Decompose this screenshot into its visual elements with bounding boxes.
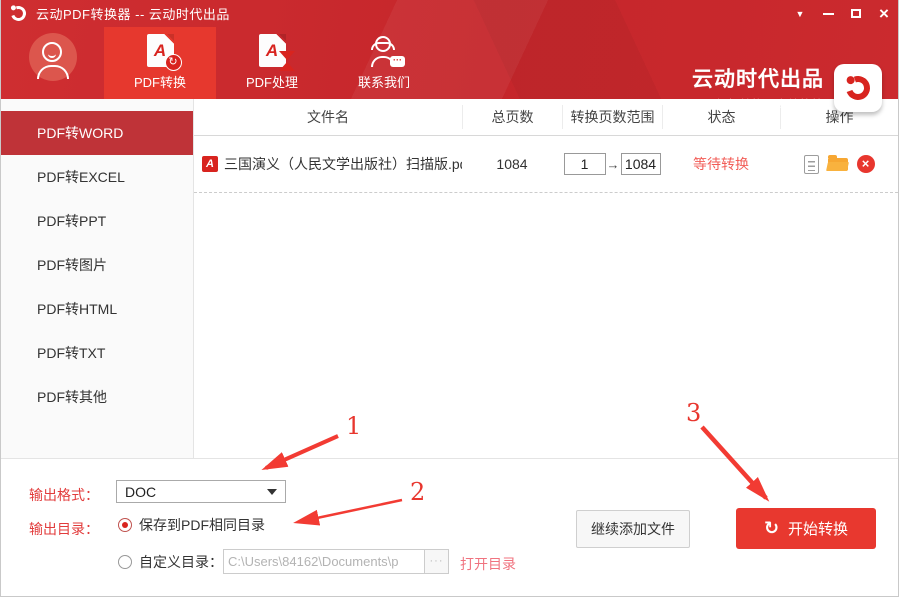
refresh-icon: ↻ <box>764 518 779 539</box>
headset-person-icon: ··· <box>367 34 401 67</box>
tab-label: PDF转换 <box>134 72 186 91</box>
brand-subtitle: 轻松转换，高效快捷 <box>692 96 824 112</box>
file-table: 文件名 总页数 转换页数范围 状态 操作 A 三国演义（人民文学出版社）扫描版.… <box>194 99 898 458</box>
maximize-icon <box>851 9 861 18</box>
sidebar-item-pdf-to-word[interactable]: PDF转WORD <box>1 111 193 155</box>
refresh-badge-icon: ↻ <box>165 54 182 71</box>
minimize-icon <box>823 13 834 15</box>
range-start-input[interactable] <box>564 153 606 175</box>
brand-block: 云动时代出品 轻松转换，高效快捷 <box>692 63 882 112</box>
content-area: PDF转WORD PDF转EXCEL PDF转PPT PDF转图片 PDF转HT… <box>1 99 898 458</box>
output-format-select[interactable]: DOC <box>116 480 286 503</box>
brand-logo-icon <box>834 64 882 112</box>
tab-pdf-process[interactable]: A PDF处理 <box>216 27 328 99</box>
col-header-total-pages: 总页数 <box>462 105 562 129</box>
same-dir-option-label: 保存到PDF相同目录 <box>139 515 265 535</box>
tab-label: PDF处理 <box>246 72 298 91</box>
radio-unselected-icon <box>118 555 132 569</box>
footer-panel: 输出格式： DOC 输出目录： 保存到PDF相同目录 自定义目录： ··· 打开… <box>1 458 898 596</box>
chevron-down-icon <box>267 489 277 495</box>
toolbar: A ↻ PDF转换 A PDF处理 <box>1 27 898 99</box>
pdf-process-icon: A <box>259 34 286 67</box>
custom-dir-radio[interactable]: 自定义目录： <box>118 552 223 572</box>
app-header: 云动PDF转换器 -- 云动时代出品 ▼ × A ↻ PDF转换 <box>1 0 898 99</box>
custom-dir-path-input[interactable] <box>223 549 425 574</box>
user-avatar[interactable] <box>29 33 77 81</box>
range-arrow-icon: → <box>607 157 620 172</box>
open-folder-icon[interactable] <box>828 158 848 171</box>
sidebar-item-pdf-to-excel[interactable]: PDF转EXCEL <box>1 155 193 199</box>
col-header-page-range: 转换页数范围 <box>562 105 662 129</box>
delete-file-icon[interactable]: × <box>857 155 875 173</box>
tab-label: 联系我们 <box>358 72 410 91</box>
add-files-button[interactable]: 继续添加文件 <box>576 510 690 548</box>
sidebar: PDF转WORD PDF转EXCEL PDF转PPT PDF转图片 PDF转HT… <box>1 99 194 458</box>
radio-selected-icon <box>118 518 132 532</box>
total-pages-value: 1084 <box>462 156 562 172</box>
sidebar-item-pdf-to-html[interactable]: PDF转HTML <box>1 287 193 331</box>
sidebar-item-pdf-to-image[interactable]: PDF转图片 <box>1 243 193 287</box>
chat-bubble-icon: ··· <box>390 56 405 67</box>
status-text: 等待转换 <box>662 154 780 174</box>
output-format-value: DOC <box>125 484 267 500</box>
start-convert-button[interactable]: ↻ 开始转换 <box>736 508 876 549</box>
app-logo-icon <box>9 4 29 24</box>
output-dir-label: 输出目录： <box>29 519 99 539</box>
close-button[interactable]: × <box>870 0 898 27</box>
menu-caret-icon[interactable]: ▼ <box>786 0 814 27</box>
toolbar-tabs: A ↻ PDF转换 A PDF处理 <box>104 27 440 99</box>
custom-dir-option-label: 自定义目录： <box>139 552 223 572</box>
maximize-button[interactable] <box>842 0 870 27</box>
open-directory-link[interactable]: 打开目录 <box>460 554 516 574</box>
pdf-convert-icon: A ↻ <box>147 34 174 67</box>
app-window: 云动PDF转换器 -- 云动时代出品 ▼ × A ↻ PDF转换 <box>0 0 899 597</box>
pdf-file-icon: A <box>202 156 218 172</box>
output-format-label: 输出格式： <box>29 485 99 505</box>
col-header-filename: 文件名 <box>194 105 462 129</box>
sidebar-item-pdf-to-other[interactable]: PDF转其他 <box>1 375 193 419</box>
file-name: 三国演义（人民文学出版社）扫描版.pd <box>224 154 462 174</box>
start-convert-label: 开始转换 <box>788 518 848 539</box>
brand-title: 云动时代出品 <box>692 63 824 93</box>
tab-pdf-convert[interactable]: A ↻ PDF转换 <box>104 27 216 99</box>
avatar-person-icon <box>42 42 62 62</box>
window-title: 云动PDF转换器 -- 云动时代出品 <box>36 4 230 23</box>
table-row: A 三国演义（人民文学出版社）扫描版.pd 1084 → 等待转换 × <box>194 136 898 193</box>
sidebar-item-pdf-to-ppt[interactable]: PDF转PPT <box>1 199 193 243</box>
browse-button[interactable]: ··· <box>424 549 449 574</box>
title-bar: 云动PDF转换器 -- 云动时代出品 ▼ × <box>1 0 898 27</box>
tab-contact-us[interactable]: ··· 联系我们 <box>328 27 440 99</box>
hourglass-icon <box>279 51 295 71</box>
minimize-button[interactable] <box>814 0 842 27</box>
document-info-icon[interactable] <box>804 155 819 174</box>
range-end-input[interactable] <box>621 153 661 175</box>
same-dir-radio[interactable]: 保存到PDF相同目录 <box>118 515 265 535</box>
sidebar-item-pdf-to-txt[interactable]: PDF转TXT <box>1 331 193 375</box>
